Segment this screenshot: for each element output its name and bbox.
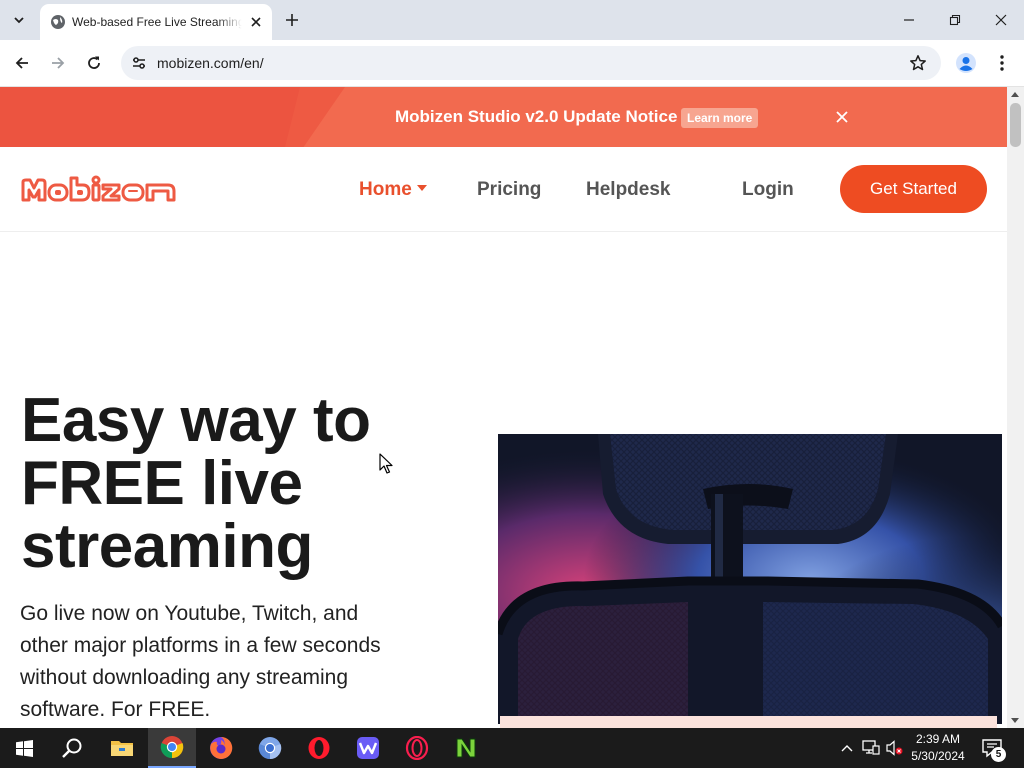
hero-image-gaming-chair	[498, 434, 1002, 724]
hero-title: Easy way to FREE live streaming	[21, 389, 481, 578]
learn-more-button[interactable]: Learn more	[681, 108, 759, 128]
windows-start-icon	[15, 739, 33, 757]
new-tab-button[interactable]	[280, 8, 304, 32]
taskbar-opera[interactable]	[295, 728, 343, 768]
banner-close-button[interactable]	[832, 107, 852, 127]
url-text: mobizen.com/en/	[157, 55, 264, 71]
nav-home[interactable]: Home	[359, 178, 427, 202]
page-viewport: Mobizen Studio v2.0 Update Notice Learn …	[0, 87, 1007, 728]
clock-time: 2:39 AM	[915, 732, 961, 746]
menu-button[interactable]	[987, 48, 1017, 78]
show-hidden-icons-button[interactable]	[838, 728, 856, 768]
update-notice-banner: Mobizen Studio v2.0 Update Notice Learn …	[0, 87, 1007, 147]
tab-close-button[interactable]	[246, 12, 266, 32]
arrow-right-icon	[52, 57, 65, 69]
tune-icon	[133, 57, 145, 69]
chevron-up-icon	[841, 745, 853, 752]
mobizen-logo[interactable]	[20, 175, 178, 205]
chromium-icon	[258, 737, 282, 760]
site-info-button[interactable]	[127, 51, 151, 75]
network-tray-button[interactable]	[860, 728, 882, 768]
hero-image-shadow	[500, 716, 997, 728]
restore-button[interactable]	[932, 0, 978, 40]
browser-tab-strip: Web-based Free Live Streaming	[0, 0, 1024, 40]
chevron-down-icon	[14, 17, 24, 24]
minimize-icon	[904, 19, 914, 21]
mouse-cursor-icon	[379, 453, 393, 474]
tab-title: Web-based Free Live Streaming	[72, 15, 242, 29]
volume-tray-button[interactable]	[884, 728, 906, 768]
taskbar-opera-gx[interactable]	[393, 728, 441, 768]
taskbar-file-explorer[interactable]	[98, 728, 146, 768]
caret-down-icon	[416, 184, 427, 191]
taskbar-notepad-plus-plus[interactable]	[442, 728, 490, 768]
taskbar-chrome[interactable]	[148, 728, 196, 768]
banner-decoration	[0, 87, 300, 147]
hero-title-line: FREE live	[21, 449, 303, 518]
reload-button[interactable]	[79, 48, 109, 78]
plus-icon	[286, 14, 298, 26]
browser-tab[interactable]: Web-based Free Live Streaming	[40, 4, 272, 40]
hero-subtitle-line: without downloading any streaming	[20, 666, 349, 689]
minimize-button[interactable]	[886, 0, 932, 40]
notepad-plus-plus-icon	[456, 738, 476, 758]
folder-icon	[111, 741, 133, 756]
more-vert-icon	[1000, 55, 1004, 71]
profile-icon	[956, 53, 976, 73]
nav-home-label: Home	[359, 179, 412, 200]
scroll-down-arrow-icon[interactable]	[1011, 718, 1019, 723]
banner-text: Mobizen Studio v2.0 Update Notice	[395, 107, 678, 126]
taskbar-firefox[interactable]	[197, 728, 245, 768]
scroll-up-arrow-icon[interactable]	[1011, 92, 1019, 97]
nav-pricing[interactable]: Pricing	[477, 178, 541, 202]
profile-button[interactable]	[951, 48, 981, 78]
forward-button[interactable]	[43, 48, 73, 78]
globe-icon	[51, 15, 65, 29]
reload-icon	[88, 56, 100, 69]
taskbar-clock[interactable]: 2:39 AM 5/30/2024	[905, 731, 971, 765]
network-icon	[862, 740, 880, 755]
tab-search-button[interactable]	[6, 7, 32, 33]
taskbar-mail-app[interactable]	[344, 728, 392, 768]
browser-toolbar: mobizen.com/en/	[0, 40, 1024, 87]
star-icon	[910, 55, 926, 71]
restore-icon	[949, 14, 961, 26]
bookmark-button[interactable]	[907, 52, 929, 74]
get-started-button[interactable]: Get Started	[840, 165, 987, 213]
opera-gx-icon	[405, 736, 429, 760]
start-button[interactable]	[0, 728, 48, 768]
firefox-icon	[210, 736, 233, 759]
close-window-button[interactable]	[978, 0, 1024, 40]
volume-muted-icon	[886, 740, 903, 756]
taskbar-search-button[interactable]	[48, 728, 96, 768]
hero-title-line: Easy way to	[21, 386, 371, 455]
close-icon	[995, 14, 1007, 26]
hero-subtitle: Go live now on Youtube, Twitch, and othe…	[20, 598, 440, 726]
page-scrollbar[interactable]	[1007, 87, 1024, 728]
arrow-left-icon	[15, 57, 28, 69]
back-button[interactable]	[7, 48, 37, 78]
hero-subtitle-line: Go live now on Youtube, Twitch, and	[20, 602, 359, 625]
mail-app-icon	[357, 737, 379, 759]
hero-title-line: streaming	[21, 512, 313, 581]
hero-subtitle-line: other major platforms in a few seconds	[20, 634, 381, 657]
chrome-icon	[160, 736, 184, 759]
opera-icon	[308, 737, 330, 759]
nav-login[interactable]: Login	[742, 178, 794, 202]
scrollbar-thumb[interactable]	[1010, 103, 1021, 147]
taskbar-chromium[interactable]	[246, 728, 294, 768]
close-icon	[836, 111, 848, 123]
site-header: Home Pricing Helpdesk Login Get Started	[0, 147, 1007, 232]
address-bar[interactable]: mobizen.com/en/	[121, 46, 941, 80]
notification-count-badge: 5	[991, 747, 1006, 762]
hero-subtitle-line: software. For FREE.	[20, 698, 211, 721]
search-icon	[62, 738, 82, 758]
windows-taskbar: 2:39 AM 5/30/2024 5	[0, 728, 1024, 768]
nav-helpdesk[interactable]: Helpdesk	[586, 178, 670, 202]
clock-date: 5/30/2024	[911, 749, 965, 763]
close-icon	[251, 17, 261, 27]
